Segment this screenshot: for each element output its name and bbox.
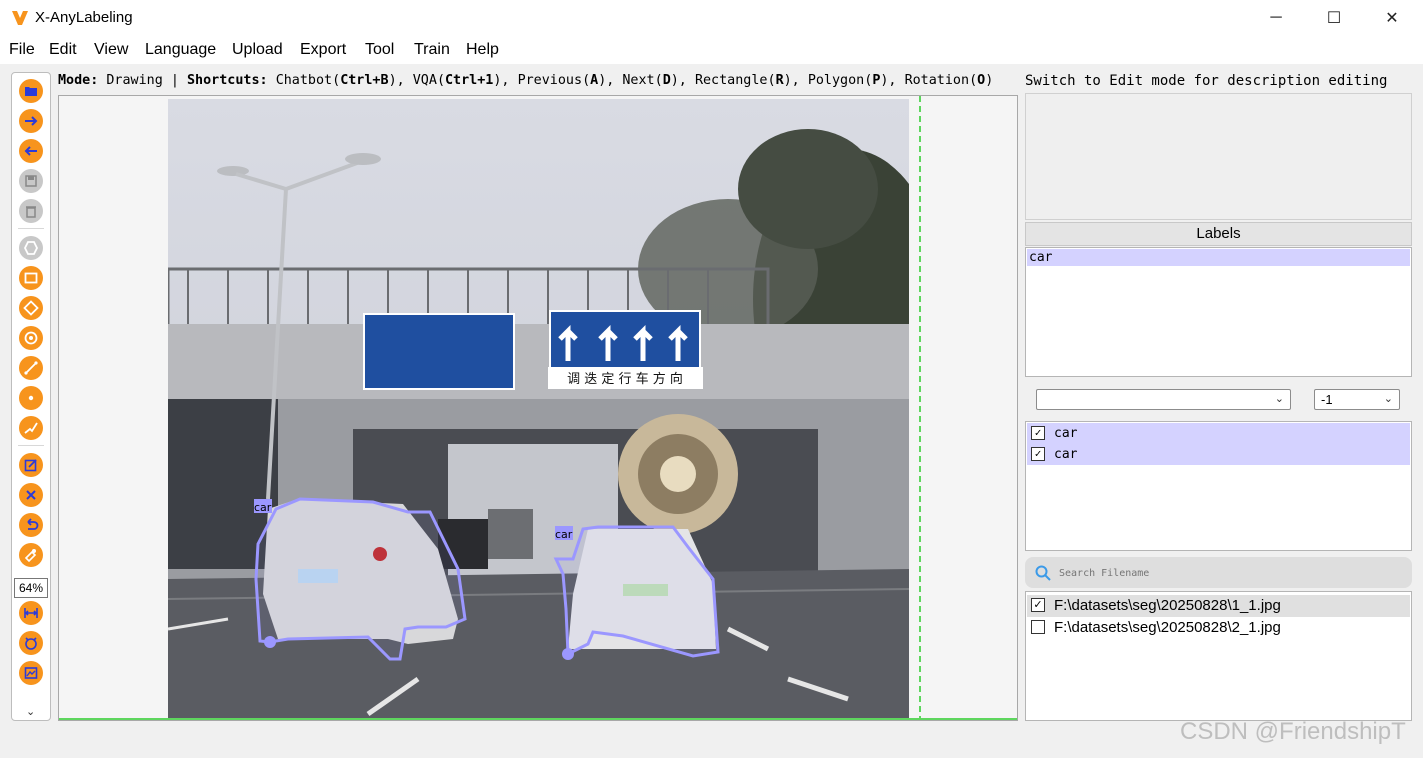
zoom-level-input[interactable]: 64%	[14, 578, 48, 598]
polygon-vertex-handle[interactable]	[264, 636, 276, 648]
left-toolbar: 64% ⌄	[11, 72, 51, 721]
shortcut-rectangle: Rectangle(R),	[694, 73, 800, 88]
toolbar-divider	[18, 228, 44, 229]
delete-file-icon[interactable]	[19, 199, 43, 223]
brightness-icon[interactable]	[19, 543, 43, 567]
road-scene-image: 调 迭 定 行 车 方 向 car car	[168, 99, 909, 719]
menu-file[interactable]: File	[9, 41, 35, 59]
fit-window-icon[interactable]	[19, 631, 43, 655]
undo-icon[interactable]	[19, 513, 43, 537]
title-bar: X-AnyLabeling ─ ☐ ✕	[0, 0, 1423, 36]
save-icon[interactable]	[19, 169, 43, 193]
shape-label-car-1: car	[254, 501, 272, 514]
shape-list-item[interactable]: ✓ car	[1027, 423, 1410, 444]
mode-label: Mode:	[58, 73, 99, 88]
shortcuts-label: Shortcuts:	[187, 73, 268, 88]
watermark: CSDN @FriendshipT	[1180, 718, 1406, 745]
description-hint: Switch to Edit mode for description edit…	[1025, 73, 1388, 89]
shortcut-chatbot: Chatbot(Ctrl+B),	[275, 73, 405, 88]
close-button[interactable]: ✕	[1363, 0, 1421, 36]
mode-status-line: Mode: Drawing | Shortcuts: Chatbot(Ctrl+…	[58, 73, 993, 88]
chevron-down-icon: ⌄	[1383, 393, 1393, 405]
shape-list[interactable]: ✓ car ✓ car	[1025, 421, 1412, 551]
description-box	[1025, 93, 1412, 220]
file-checkbox[interactable]	[1031, 620, 1045, 634]
shortcut-vqa: VQA(Ctrl+1),	[412, 73, 510, 88]
next-image-icon[interactable]	[19, 109, 43, 133]
fit-width-icon[interactable]	[19, 601, 43, 625]
label-list[interactable]: car	[1025, 247, 1412, 377]
shape-visibility-checkbox[interactable]: ✓	[1031, 447, 1045, 461]
labels-panel-header: Labels	[1025, 222, 1412, 246]
file-list[interactable]: ✓ F:\datasets\seg\20250828\1_1.jpg F:\da…	[1025, 591, 1412, 721]
rectangle-icon[interactable]	[19, 266, 43, 290]
menu-language[interactable]: Language	[145, 41, 216, 59]
shape-list-item[interactable]: ✓ car	[1027, 444, 1410, 465]
label-list-item[interactable]: car	[1027, 249, 1410, 266]
menu-bar: File Edit View Language Upload Export To…	[0, 36, 1423, 64]
menu-train[interactable]: Train	[414, 41, 450, 59]
shape-list-label: car	[1054, 447, 1078, 462]
menu-edit[interactable]: Edit	[49, 41, 77, 59]
file-search-bar	[1025, 557, 1412, 588]
menu-view[interactable]: View	[94, 41, 128, 59]
crosshair-guide-vertical	[919, 96, 921, 720]
file-path: F:\datasets\seg\20250828\1_1.jpg	[1054, 597, 1281, 614]
point-icon[interactable]	[19, 386, 43, 410]
previous-image-icon[interactable]	[19, 139, 43, 163]
menu-tool[interactable]: Tool	[365, 41, 394, 59]
maximize-button[interactable]: ☐	[1305, 0, 1363, 36]
file-list-item[interactable]: F:\datasets\seg\20250828\2_1.jpg	[1027, 617, 1410, 639]
group-id-value: -1	[1321, 392, 1333, 407]
crosshair-guide-horizontal	[59, 718, 1017, 720]
shape-visibility-checkbox[interactable]: ✓	[1031, 426, 1045, 440]
menu-export[interactable]: Export	[300, 41, 346, 59]
minimize-button[interactable]: ─	[1247, 0, 1305, 36]
mode-value: Drawing	[106, 73, 163, 88]
shortcut-rotation: Rotation(O)	[904, 73, 994, 88]
toolbar-more-icon[interactable]: ⌄	[26, 705, 35, 718]
group-select[interactable]: ⌄	[1036, 389, 1291, 410]
file-path: F:\datasets\seg\20250828\2_1.jpg	[1054, 619, 1281, 636]
app-logo-icon	[12, 11, 28, 25]
toolbar-divider	[18, 445, 44, 446]
group-id-select[interactable]: -1 ⌄	[1314, 389, 1400, 410]
search-icon	[1035, 565, 1051, 581]
circle-icon[interactable]	[19, 326, 43, 350]
chevron-down-icon: ⌄	[1274, 393, 1284, 405]
road-sign-text: 调 迭 定 行 车 方 向	[567, 371, 683, 387]
file-checkbox[interactable]: ✓	[1031, 598, 1045, 612]
menu-help[interactable]: Help	[466, 41, 499, 59]
menu-upload[interactable]: Upload	[232, 41, 283, 59]
polygon-icon[interactable]	[19, 236, 43, 260]
linestrip-icon[interactable]	[19, 416, 43, 440]
separator: |	[170, 73, 179, 88]
search-filename-input[interactable]	[1059, 563, 1399, 583]
polygon-vertex-handle[interactable]	[562, 648, 574, 660]
edit-icon[interactable]	[19, 453, 43, 477]
shortcut-polygon: Polygon(P),	[807, 73, 897, 88]
ai-icon[interactable]	[19, 661, 43, 685]
shortcut-next: Next(D),	[622, 73, 687, 88]
open-folder-icon[interactable]	[19, 79, 43, 103]
shape-label-car-2: car	[555, 528, 573, 541]
window-title: X-AnyLabeling	[35, 9, 133, 26]
shortcut-previous: Previous(A),	[517, 73, 615, 88]
line-icon[interactable]	[19, 356, 43, 380]
delete-shape-icon[interactable]	[19, 483, 43, 507]
annotation-canvas[interactable]: 调 迭 定 行 车 方 向 car car	[58, 95, 1018, 721]
rotation-icon[interactable]	[19, 296, 43, 320]
shape-list-label: car	[1054, 426, 1078, 441]
file-list-item[interactable]: ✓ F:\datasets\seg\20250828\1_1.jpg	[1027, 595, 1410, 617]
